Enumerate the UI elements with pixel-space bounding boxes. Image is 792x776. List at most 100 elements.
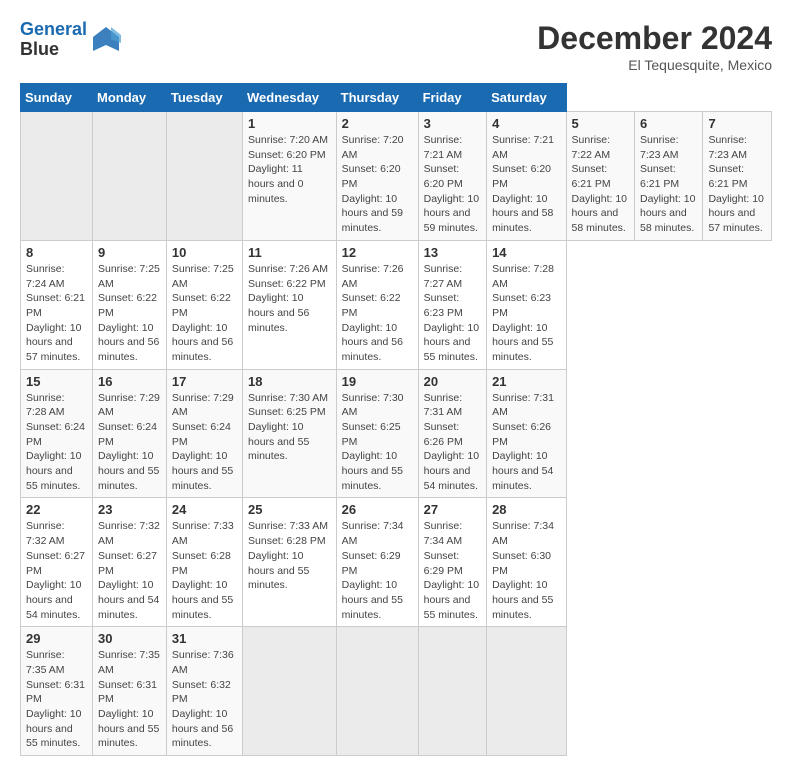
title-block: December 2024 El Tequesquite, Mexico bbox=[537, 20, 772, 73]
column-header-monday: Monday bbox=[93, 84, 167, 112]
day-number: 27 bbox=[424, 502, 481, 517]
column-header-friday: Friday bbox=[418, 84, 486, 112]
day-number: 9 bbox=[98, 245, 161, 260]
column-header-thursday: Thursday bbox=[336, 84, 418, 112]
day-cell: 18 Sunrise: 7:30 AM Sunset: 6:25 PM Dayl… bbox=[243, 369, 337, 498]
day-cell: 23 Sunrise: 7:32 AM Sunset: 6:27 PM Dayl… bbox=[93, 498, 167, 627]
calendar-table: SundayMondayTuesdayWednesdayThursdayFrid… bbox=[20, 83, 772, 756]
logo-icon bbox=[91, 25, 121, 55]
day-info: Sunrise: 7:35 AM Sunset: 6:31 PM Dayligh… bbox=[26, 648, 87, 751]
day-number: 14 bbox=[492, 245, 560, 260]
day-number: 29 bbox=[26, 631, 87, 646]
day-info: Sunrise: 7:32 AM Sunset: 6:27 PM Dayligh… bbox=[26, 519, 87, 622]
column-header-sunday: Sunday bbox=[21, 84, 93, 112]
day-number: 31 bbox=[172, 631, 237, 646]
day-number: 16 bbox=[98, 374, 161, 389]
day-info: Sunrise: 7:26 AM Sunset: 6:22 PM Dayligh… bbox=[248, 262, 331, 335]
day-info: Sunrise: 7:34 AM Sunset: 6:29 PM Dayligh… bbox=[424, 519, 481, 622]
day-cell: 7 Sunrise: 7:23 AM Sunset: 6:21 PM Dayli… bbox=[703, 112, 772, 241]
day-number: 5 bbox=[572, 116, 629, 131]
day-info: Sunrise: 7:20 AM Sunset: 6:20 PM Dayligh… bbox=[248, 133, 331, 206]
day-number: 11 bbox=[248, 245, 331, 260]
day-number: 30 bbox=[98, 631, 161, 646]
day-info: Sunrise: 7:36 AM Sunset: 6:32 PM Dayligh… bbox=[172, 648, 237, 751]
day-cell: 20 Sunrise: 7:31 AM Sunset: 6:26 PM Dayl… bbox=[418, 369, 486, 498]
day-number: 21 bbox=[492, 374, 560, 389]
day-info: Sunrise: 7:21 AM Sunset: 6:20 PM Dayligh… bbox=[424, 133, 481, 236]
day-cell: 12 Sunrise: 7:26 AM Sunset: 6:22 PM Dayl… bbox=[336, 240, 418, 369]
month-title: December 2024 bbox=[537, 20, 772, 57]
day-number: 15 bbox=[26, 374, 87, 389]
day-info: Sunrise: 7:27 AM Sunset: 6:23 PM Dayligh… bbox=[424, 262, 481, 365]
column-header-saturday: Saturday bbox=[487, 84, 566, 112]
day-number: 23 bbox=[98, 502, 161, 517]
day-cell: 4 Sunrise: 7:21 AM Sunset: 6:20 PM Dayli… bbox=[487, 112, 566, 241]
day-number: 18 bbox=[248, 374, 331, 389]
day-cell: 31 Sunrise: 7:36 AM Sunset: 6:32 PM Dayl… bbox=[166, 627, 242, 756]
day-number: 26 bbox=[342, 502, 413, 517]
day-info: Sunrise: 7:28 AM Sunset: 6:23 PM Dayligh… bbox=[492, 262, 560, 365]
day-cell: 13 Sunrise: 7:27 AM Sunset: 6:23 PM Dayl… bbox=[418, 240, 486, 369]
day-cell: 1 Sunrise: 7:20 AM Sunset: 6:20 PM Dayli… bbox=[243, 112, 337, 241]
day-number: 4 bbox=[492, 116, 560, 131]
day-number: 20 bbox=[424, 374, 481, 389]
empty-day-cell bbox=[418, 627, 486, 756]
empty-day-cell bbox=[166, 112, 242, 241]
day-number: 7 bbox=[708, 116, 766, 131]
day-info: Sunrise: 7:32 AM Sunset: 6:27 PM Dayligh… bbox=[98, 519, 161, 622]
day-info: Sunrise: 7:25 AM Sunset: 6:22 PM Dayligh… bbox=[98, 262, 161, 365]
day-info: Sunrise: 7:35 AM Sunset: 6:31 PM Dayligh… bbox=[98, 648, 161, 751]
day-number: 10 bbox=[172, 245, 237, 260]
day-cell: 8 Sunrise: 7:24 AM Sunset: 6:21 PM Dayli… bbox=[21, 240, 93, 369]
day-number: 25 bbox=[248, 502, 331, 517]
day-number: 2 bbox=[342, 116, 413, 131]
page-header: GeneralBlue December 2024 El Tequesquite… bbox=[20, 20, 772, 73]
day-number: 12 bbox=[342, 245, 413, 260]
day-number: 13 bbox=[424, 245, 481, 260]
day-info: Sunrise: 7:30 AM Sunset: 6:25 PM Dayligh… bbox=[248, 391, 331, 464]
day-cell: 10 Sunrise: 7:25 AM Sunset: 6:22 PM Dayl… bbox=[166, 240, 242, 369]
calendar-header-row: SundayMondayTuesdayWednesdayThursdayFrid… bbox=[21, 84, 772, 112]
day-cell: 30 Sunrise: 7:35 AM Sunset: 6:31 PM Dayl… bbox=[93, 627, 167, 756]
day-info: Sunrise: 7:31 AM Sunset: 6:26 PM Dayligh… bbox=[492, 391, 560, 494]
day-number: 1 bbox=[248, 116, 331, 131]
day-info: Sunrise: 7:23 AM Sunset: 6:21 PM Dayligh… bbox=[708, 133, 766, 236]
day-info: Sunrise: 7:28 AM Sunset: 6:24 PM Dayligh… bbox=[26, 391, 87, 494]
day-cell: 14 Sunrise: 7:28 AM Sunset: 6:23 PM Dayl… bbox=[487, 240, 566, 369]
column-header-tuesday: Tuesday bbox=[166, 84, 242, 112]
day-cell: 6 Sunrise: 7:23 AM Sunset: 6:21 PM Dayli… bbox=[635, 112, 703, 241]
day-info: Sunrise: 7:33 AM Sunset: 6:28 PM Dayligh… bbox=[248, 519, 331, 592]
day-cell: 26 Sunrise: 7:34 AM Sunset: 6:29 PM Dayl… bbox=[336, 498, 418, 627]
day-cell: 11 Sunrise: 7:26 AM Sunset: 6:22 PM Dayl… bbox=[243, 240, 337, 369]
day-info: Sunrise: 7:31 AM Sunset: 6:26 PM Dayligh… bbox=[424, 391, 481, 494]
day-info: Sunrise: 7:29 AM Sunset: 6:24 PM Dayligh… bbox=[98, 391, 161, 494]
day-info: Sunrise: 7:33 AM Sunset: 6:28 PM Dayligh… bbox=[172, 519, 237, 622]
day-info: Sunrise: 7:34 AM Sunset: 6:29 PM Dayligh… bbox=[342, 519, 413, 622]
day-number: 8 bbox=[26, 245, 87, 260]
day-number: 19 bbox=[342, 374, 413, 389]
calendar-week-row: 22 Sunrise: 7:32 AM Sunset: 6:27 PM Dayl… bbox=[21, 498, 772, 627]
empty-day-cell bbox=[21, 112, 93, 241]
day-info: Sunrise: 7:29 AM Sunset: 6:24 PM Dayligh… bbox=[172, 391, 237, 494]
logo: GeneralBlue bbox=[20, 20, 121, 60]
day-info: Sunrise: 7:20 AM Sunset: 6:20 PM Dayligh… bbox=[342, 133, 413, 236]
day-cell: 28 Sunrise: 7:34 AM Sunset: 6:30 PM Dayl… bbox=[487, 498, 566, 627]
calendar-week-row: 1 Sunrise: 7:20 AM Sunset: 6:20 PM Dayli… bbox=[21, 112, 772, 241]
day-info: Sunrise: 7:23 AM Sunset: 6:21 PM Dayligh… bbox=[640, 133, 697, 236]
empty-day-cell bbox=[336, 627, 418, 756]
day-info: Sunrise: 7:26 AM Sunset: 6:22 PM Dayligh… bbox=[342, 262, 413, 365]
day-number: 24 bbox=[172, 502, 237, 517]
day-cell: 16 Sunrise: 7:29 AM Sunset: 6:24 PM Dayl… bbox=[93, 369, 167, 498]
column-header-wednesday: Wednesday bbox=[243, 84, 337, 112]
day-cell: 22 Sunrise: 7:32 AM Sunset: 6:27 PM Dayl… bbox=[21, 498, 93, 627]
calendar-week-row: 8 Sunrise: 7:24 AM Sunset: 6:21 PM Dayli… bbox=[21, 240, 772, 369]
day-cell: 2 Sunrise: 7:20 AM Sunset: 6:20 PM Dayli… bbox=[336, 112, 418, 241]
day-info: Sunrise: 7:25 AM Sunset: 6:22 PM Dayligh… bbox=[172, 262, 237, 365]
day-cell: 9 Sunrise: 7:25 AM Sunset: 6:22 PM Dayli… bbox=[93, 240, 167, 369]
empty-day-cell bbox=[243, 627, 337, 756]
day-cell: 3 Sunrise: 7:21 AM Sunset: 6:20 PM Dayli… bbox=[418, 112, 486, 241]
day-info: Sunrise: 7:22 AM Sunset: 6:21 PM Dayligh… bbox=[572, 133, 629, 236]
day-cell: 27 Sunrise: 7:34 AM Sunset: 6:29 PM Dayl… bbox=[418, 498, 486, 627]
day-cell: 5 Sunrise: 7:22 AM Sunset: 6:21 PM Dayli… bbox=[566, 112, 634, 241]
location-subtitle: El Tequesquite, Mexico bbox=[537, 57, 772, 73]
